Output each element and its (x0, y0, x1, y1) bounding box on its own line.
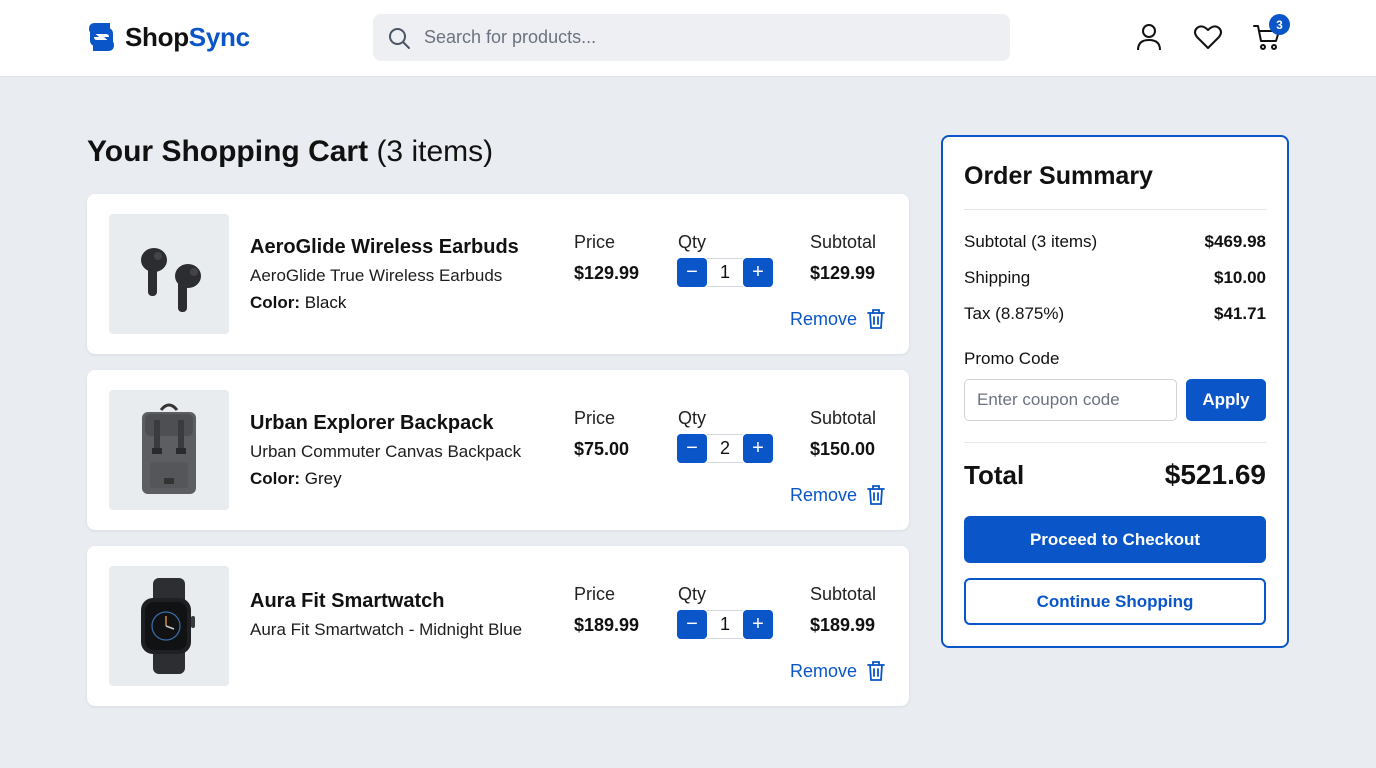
increase-qty-button[interactable]: + (743, 258, 773, 287)
shipping-row: Shipping $10.00 (964, 268, 1266, 288)
total-row: Total $521.69 (964, 459, 1266, 491)
tax-row-value: $41.71 (1214, 304, 1266, 323)
top-header: ShopSync 3 (0, 0, 1376, 77)
subtotal-value: $129.99 (810, 263, 876, 283)
search-bar[interactable] (373, 14, 1010, 61)
apply-coupon-button[interactable]: Apply (1186, 379, 1266, 421)
shipping-row-value: $10.00 (1214, 268, 1266, 287)
trash-icon (867, 309, 885, 329)
remove-button[interactable]: Remove (790, 484, 887, 506)
price-value: $189.99 (574, 615, 640, 635)
subtotal-label: Subtotal (810, 408, 877, 428)
subtotal-value: $189.99 (810, 615, 876, 635)
shipping-row-label: Shipping (964, 268, 1031, 287)
total-value: $521.69 (1164, 459, 1266, 490)
trash-icon (867, 661, 885, 681)
page-title: Your Shopping Cart (3 items) (87, 135, 494, 168)
decrease-qty-button[interactable]: − (677, 258, 707, 287)
decrease-qty-button[interactable]: − (677, 610, 707, 639)
cart-item: AeroGlide Wireless Earbuds AeroGlide Tru… (87, 194, 909, 354)
product-color: Color: Grey (250, 469, 342, 488)
heart-icon[interactable] (1193, 22, 1223, 52)
order-summary-panel: Order Summary Subtotal (3 items) $469.98… (941, 135, 1289, 648)
increase-qty-button[interactable]: + (743, 434, 773, 463)
coupon-code-input[interactable] (964, 379, 1177, 421)
remove-label: Remove (790, 484, 858, 505)
search-input[interactable] (424, 27, 984, 48)
qty-label: Qty (678, 584, 707, 604)
price-label: Price (574, 232, 616, 252)
subtotal-row-value: $469.98 (1204, 232, 1266, 251)
remove-label: Remove (790, 660, 858, 681)
total-label: Total (964, 459, 1025, 490)
earbuds-image (141, 248, 201, 312)
trash-icon (867, 485, 885, 505)
subtotal-row-label: Subtotal (3 items) (964, 232, 1098, 251)
quantity-stepper: − 1 + (677, 610, 773, 639)
smartwatch-image (141, 578, 195, 674)
qty-label: Qty (678, 408, 707, 428)
cart-item: Urban Explorer Backpack Urban Commuter C… (87, 370, 909, 530)
subtotal-label: Subtotal (810, 232, 877, 252)
subtotal-row: Subtotal (3 items) $469.98 (964, 232, 1266, 252)
tax-row-label: Tax (8.875%) (964, 304, 1065, 323)
quantity-stepper: − 1 + (677, 258, 773, 287)
qty-label: Qty (678, 232, 707, 252)
price-label: Price (574, 584, 616, 604)
qty-value[interactable]: 1 (707, 258, 743, 287)
remove-button[interactable]: Remove (790, 308, 887, 330)
product-name[interactable]: Aura Fit Smartwatch (250, 590, 444, 613)
product-image[interactable] (109, 566, 229, 686)
promo-code-label: Promo Code (964, 349, 1060, 368)
product-image[interactable] (109, 214, 229, 334)
product-image[interactable] (109, 390, 229, 510)
product-subtitle: Aura Fit Smartwatch - Midnight Blue (250, 620, 523, 639)
subtotal-value: $150.00 (810, 439, 876, 459)
logo-s-icon (89, 23, 114, 51)
cart-item: Aura Fit Smartwatch Aura Fit Smartwatch … (87, 546, 909, 706)
cart-count-badge: 3 (1269, 14, 1290, 35)
price-value: $129.99 (574, 263, 640, 283)
order-summary-title: Order Summary (964, 162, 1153, 190)
decrease-qty-button[interactable]: − (677, 434, 707, 463)
remove-button[interactable]: Remove (790, 660, 887, 682)
proceed-to-checkout-button[interactable]: Proceed to Checkout (964, 516, 1266, 563)
shopsync-logo[interactable]: ShopSync (86, 20, 250, 54)
price-value: $75.00 (574, 439, 630, 459)
product-subtitle: AeroGlide True Wireless Earbuds (250, 266, 503, 285)
summary-divider (964, 209, 1266, 210)
price-label: Price (574, 408, 616, 428)
search-icon (389, 27, 410, 49)
continue-shopping-button[interactable]: Continue Shopping (964, 578, 1266, 625)
quantity-stepper: − 2 + (677, 434, 773, 463)
logo-text: ShopSync (125, 21, 250, 52)
backpack-image (142, 403, 196, 494)
qty-value[interactable]: 1 (707, 610, 743, 639)
qty-value[interactable]: 2 (707, 434, 743, 463)
user-icon[interactable] (1134, 22, 1164, 52)
product-color: Color: Black (250, 293, 347, 312)
product-name[interactable]: AeroGlide Wireless Earbuds (250, 236, 519, 259)
subtotal-label: Subtotal (810, 584, 877, 604)
summary-divider (964, 442, 1266, 443)
increase-qty-button[interactable]: + (743, 610, 773, 639)
tax-row: Tax (8.875%) $41.71 (964, 304, 1266, 324)
remove-label: Remove (790, 308, 858, 329)
product-subtitle: Urban Commuter Canvas Backpack (250, 442, 522, 461)
product-name[interactable]: Urban Explorer Backpack (250, 412, 493, 435)
